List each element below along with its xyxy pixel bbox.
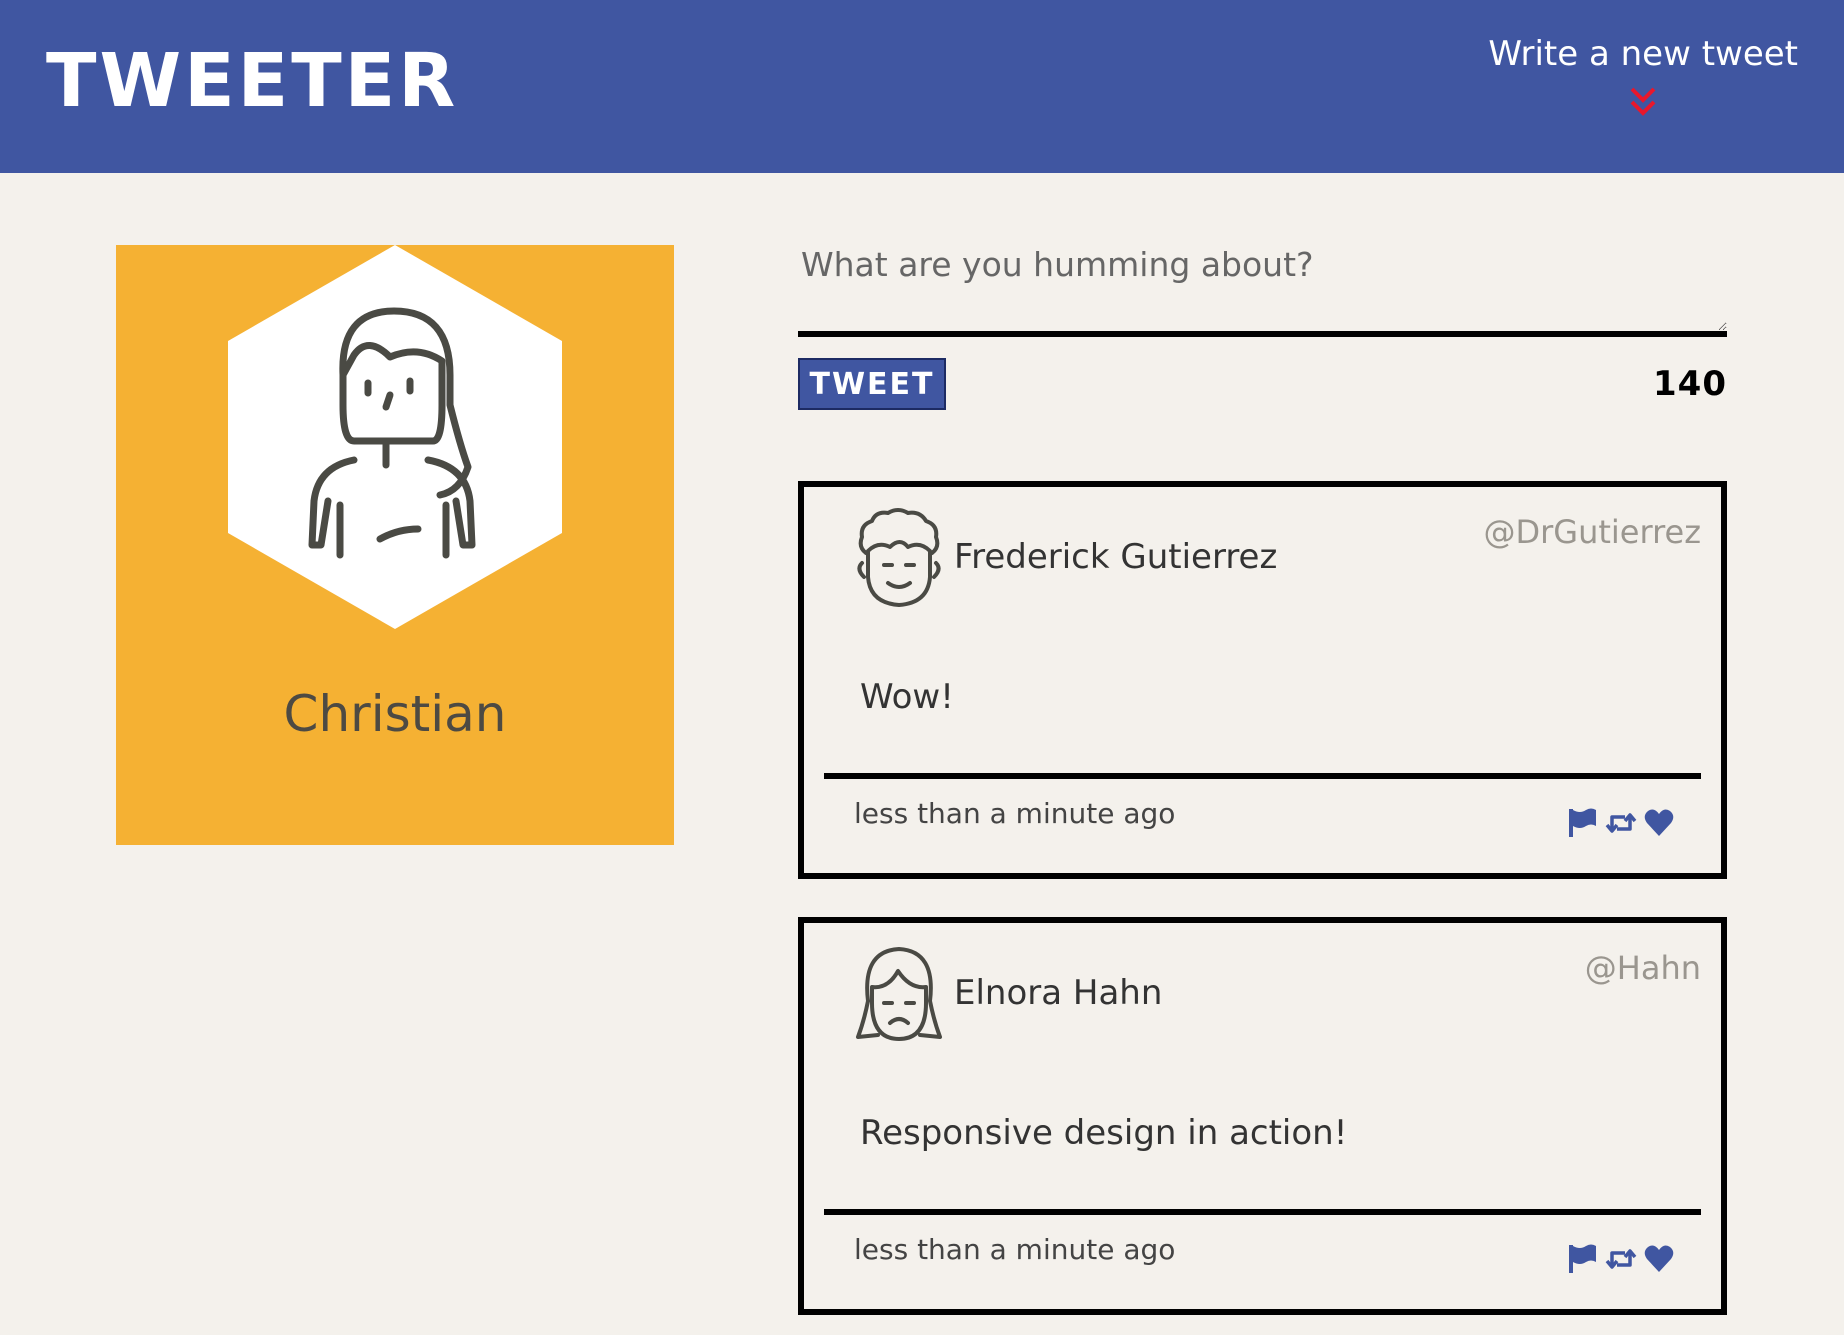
female-user-avatar-icon <box>228 245 562 629</box>
tweet-timestamp: less than a minute ago <box>854 797 1176 830</box>
brand-logo[interactable]: TWEETER <box>46 44 458 118</box>
tweet-body: Wow! <box>860 677 954 717</box>
tweet-author-handle: @Hahn <box>1584 949 1701 987</box>
tweet-article: Frederick Gutierrez @DrGutierrez Wow! le… <box>798 481 1727 879</box>
heart-icon[interactable] <box>1643 1243 1675 1275</box>
tweet-author-name: Frederick Gutierrez <box>954 537 1278 577</box>
write-new-tweet-toggle[interactable]: Write a new tweet <box>1488 34 1798 119</box>
tweet-actions <box>1567 1243 1675 1275</box>
tweet-divider <box>824 1209 1701 1215</box>
tweet-article: Elnora Hahn @Hahn Responsive design in a… <box>798 917 1727 1315</box>
tweet-body: Responsive design in action! <box>860 1113 1348 1153</box>
heart-icon[interactable] <box>1643 807 1675 839</box>
curly-hair-man-avatar-icon <box>857 508 941 607</box>
tweet-author-handle: @DrGutierrez <box>1483 513 1701 551</box>
double-chevron-down-icon[interactable] <box>1627 85 1659 119</box>
tweet-composer: TWEET 140 <box>798 245 1727 428</box>
write-new-tweet-label[interactable]: Write a new tweet <box>1488 34 1798 75</box>
tweet-timestamp: less than a minute ago <box>854 1233 1176 1266</box>
character-counter: 140 <box>1653 364 1727 404</box>
retweet-icon[interactable] <box>1605 807 1637 839</box>
top-nav: TWEETER Write a new tweet <box>0 0 1844 173</box>
tweet-submit-button[interactable]: TWEET <box>798 358 946 410</box>
tweet-textarea[interactable] <box>798 245 1727 337</box>
tweet-actions <box>1567 807 1675 839</box>
profile-card: Christian <box>116 245 674 845</box>
flag-icon[interactable] <box>1567 1243 1599 1275</box>
sad-woman-avatar-icon <box>856 947 942 1041</box>
tweet-divider <box>824 773 1701 779</box>
composer-actions: TWEET 140 <box>798 358 1727 428</box>
retweet-icon[interactable] <box>1605 1243 1637 1275</box>
flag-icon[interactable] <box>1567 807 1599 839</box>
profile-name: Christian <box>283 685 507 743</box>
tweet-author-name: Elnora Hahn <box>954 973 1163 1013</box>
